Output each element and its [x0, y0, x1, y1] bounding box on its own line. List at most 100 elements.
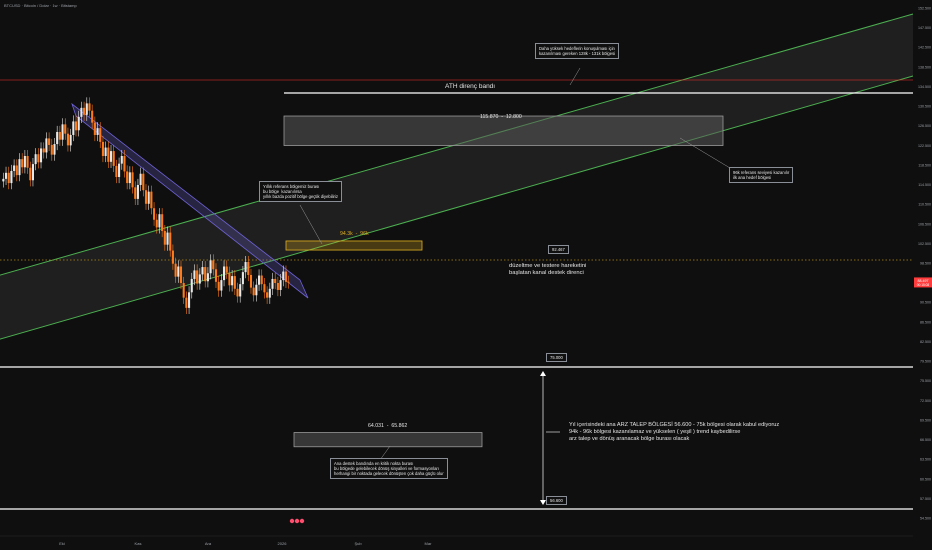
candle-body [4, 172, 8, 179]
leader-top [569, 67, 581, 86]
candle-body [233, 276, 236, 289]
candle-body [231, 276, 234, 286]
candle-body [48, 138, 51, 145]
tag-92467: 92.467 [548, 245, 569, 254]
candle-body [34, 154, 37, 165]
candle-body [91, 110, 94, 123]
price-tick-label: 54.500 [920, 517, 931, 521]
candle-body [96, 128, 99, 135]
candle-body [171, 250, 174, 264]
candle-body [196, 270, 199, 284]
candle-body [212, 260, 215, 270]
candle-body [252, 287, 255, 296]
price-tick-label: 118.500 [918, 163, 931, 167]
event-marker [294, 518, 300, 524]
candle-body [74, 121, 78, 131]
candle-body [241, 272, 244, 285]
price-tick-label: 106.500 [918, 222, 931, 226]
candle-body [21, 159, 24, 168]
zone-high-label: 115.870 - 12.800 [480, 114, 522, 120]
price-tick-label: 82.500 [920, 340, 931, 344]
candle-body [271, 278, 274, 289]
candle-body [287, 281, 290, 283]
candle-body [37, 154, 40, 163]
candle-body [101, 141, 104, 156]
candle-body [69, 134, 72, 146]
candle-body [83, 107, 86, 115]
time-tick-label: Eki [59, 541, 65, 546]
zone-1 [285, 240, 423, 251]
price-tick-label: 138.500 [918, 65, 931, 69]
candle-body [249, 274, 253, 288]
candle-body [29, 167, 32, 181]
candle-body [142, 173, 145, 191]
candle-body [255, 284, 258, 296]
note-yearly-reference: Yıllık referans bölgemiz burası bu bölge… [259, 181, 342, 202]
candle-body [239, 284, 242, 297]
arrow-up-head [540, 371, 546, 376]
candle-body [50, 144, 53, 155]
candle-body [18, 159, 21, 176]
price-tick-label: 90.500 [920, 301, 931, 305]
price-tick-label: 57.500 [920, 497, 931, 501]
time-tick-label: Kas [135, 541, 142, 546]
candle-body [266, 292, 269, 298]
candle-body [104, 147, 107, 156]
candle-body [118, 163, 121, 177]
note-128k-131k: Daha yüksek hedeflerin konuşulması için … [535, 43, 620, 59]
candle-body [201, 267, 204, 275]
candle-body [284, 271, 288, 282]
candle-body [166, 232, 169, 245]
price-tick-label: 86.500 [920, 320, 931, 324]
candle-body [247, 262, 250, 275]
note-96k-target: 96k referans seviyesi kazanılır ilk ana … [729, 167, 794, 183]
demand-note-3: arz talep ve dönüş aranacak bölge burası… [569, 436, 690, 442]
price-tick-label: 72.500 [920, 399, 931, 403]
candle-body [77, 116, 80, 131]
candle-body [72, 121, 75, 135]
candle-body [112, 151, 115, 166]
candle-body [198, 274, 201, 284]
price-tick-label: 130.500 [918, 105, 931, 109]
candle-body [85, 103, 88, 115]
price-tick-label: 152.500 [918, 7, 931, 11]
candle-body [15, 165, 18, 176]
candle-body [53, 144, 56, 155]
price-tick-label: 75.500 [920, 379, 931, 383]
zone-2 [293, 432, 483, 448]
candle-body [155, 219, 158, 228]
candle-body [236, 288, 239, 297]
candle-body [10, 170, 13, 184]
candle-body [88, 103, 91, 111]
tag-75000: 75.000 [546, 353, 567, 362]
candle-body [147, 191, 150, 204]
chart-root: 152.500 147.500 142.500 138.500 134.500 130.5… [0, 0, 932, 550]
candle-body [144, 190, 148, 204]
candle-body [13, 165, 16, 171]
demand-note-2: 94k - 96k bölgesi kazanılamaz ve yüksele… [569, 429, 741, 435]
candle-body [58, 131, 61, 140]
price-tick-label: 122.500 [918, 144, 931, 148]
candle-body [56, 131, 59, 145]
price-tick-label: 66.500 [920, 438, 931, 442]
candle-body [26, 155, 29, 168]
candle-body [153, 208, 156, 220]
candle-body [217, 281, 220, 291]
price-tick-label: 63.500 [920, 458, 931, 462]
symbol-title: BTCUSD · Bitcoin / Dolar · 1w · Bitstamp [4, 3, 77, 8]
zone-mid-label: 94.3k - 96k [340, 231, 369, 237]
event-marker [289, 518, 295, 524]
candle-body [204, 267, 207, 282]
time-tick-label: 2026 [278, 541, 288, 546]
candle-body [206, 273, 209, 282]
candle-body [179, 266, 183, 283]
note-main-support: Ana destek bandında en kritik nokta bura… [330, 458, 448, 479]
tag-56600: 56.600 [546, 496, 567, 505]
candle-body [214, 269, 218, 282]
candle-body [228, 272, 231, 286]
zone-0 [283, 115, 724, 146]
candle-body [31, 164, 34, 181]
candle-body [80, 107, 83, 117]
candle-body [260, 275, 263, 285]
price-tick-label: 69.500 [920, 418, 931, 422]
